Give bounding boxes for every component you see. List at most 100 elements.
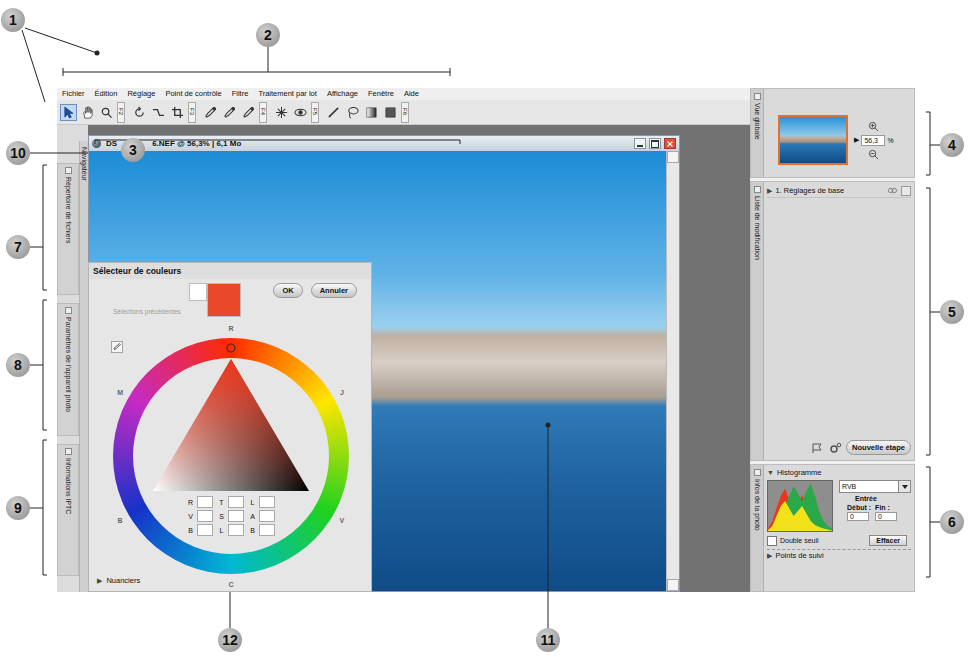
line-tool[interactable] <box>325 104 342 121</box>
color-wheel[interactable]: RJVCBMRTLVSABLB <box>96 321 366 591</box>
palette-tab[interactable]: Répertoire de fichiers <box>57 163 79 295</box>
gear-icon[interactable] <box>828 442 842 454</box>
arrow-tool[interactable] <box>60 104 77 121</box>
dropper-tool[interactable] <box>202 104 219 121</box>
palette-tab[interactable]: Vue globale <box>751 89 764 177</box>
zoom-pointer[interactable]: ▶ <box>854 136 859 144</box>
start-field[interactable]: 0 <box>847 512 869 521</box>
overview-thumbnail[interactable] <box>778 115 848 165</box>
dropper-tool[interactable] <box>221 104 238 121</box>
palette-tab[interactable]: Liste de modification <box>751 182 764 460</box>
maximize-button[interactable] <box>649 138 661 149</box>
end-field[interactable]: 0 <box>875 512 897 521</box>
menu-item[interactable]: Filtre <box>232 88 249 100</box>
zoom-out-icon[interactable] <box>868 149 879 160</box>
menu-item[interactable]: Fichier <box>62 88 85 100</box>
field-label: L <box>218 527 225 534</box>
window-title-bar[interactable]: DS6.NEF @ 56,3% | 6,1 Mo <box>89 136 679 151</box>
zoom-tool[interactable] <box>98 104 115 121</box>
cancel-button[interactable]: Annuler <box>311 283 357 298</box>
value-field[interactable] <box>197 524 213 536</box>
window-title: DS <box>106 139 117 148</box>
link-icon[interactable] <box>887 186 898 195</box>
histogram-header[interactable]: ▼Histogramme <box>767 467 911 478</box>
edit-step[interactable]: ▶1. Réglages de base <box>767 184 911 198</box>
palette-toggle-icon[interactable] <box>65 307 72 314</box>
color-swatch[interactable] <box>207 283 241 317</box>
hue-label: R <box>228 325 233 332</box>
tracking-points-header[interactable]: ▶Points de suivi <box>767 549 911 561</box>
rotate-tool[interactable] <box>131 104 148 121</box>
close-button[interactable] <box>664 138 676 149</box>
step-checkbox[interactable] <box>901 186 911 196</box>
ok-button[interactable]: OK <box>273 283 302 298</box>
eyedropper-icon[interactable] <box>111 341 123 353</box>
value-field[interactable] <box>197 496 213 508</box>
eye-tool[interactable] <box>292 104 309 121</box>
new-step-button[interactable]: Nouvelle étape <box>846 440 911 455</box>
hand-icon <box>81 106 94 119</box>
value-field[interactable] <box>197 510 213 522</box>
rotate-icon <box>133 106 146 119</box>
field-label: B <box>249 527 256 534</box>
menu-item[interactable]: Édition <box>95 88 118 100</box>
double-threshold-checkbox[interactable] <box>767 536 777 546</box>
value-field[interactable] <box>259 524 275 536</box>
vertical-scrollbar[interactable] <box>666 151 679 591</box>
straighten-tool[interactable] <box>150 104 167 121</box>
field-label: S <box>218 513 225 520</box>
value-field[interactable] <box>259 496 275 508</box>
menu-item[interactable]: Affichage <box>327 88 358 100</box>
crop-tool[interactable] <box>169 104 186 121</box>
hue-label: C <box>228 581 233 588</box>
shortcut-key: F3 <box>188 102 196 123</box>
callout-badge: 10 <box>6 141 30 165</box>
hue-marker[interactable] <box>227 344 235 352</box>
menu-item[interactable]: Point de contrôle <box>165 88 221 100</box>
value-field[interactable] <box>228 510 244 522</box>
menu-item[interactable]: Réglage <box>127 88 155 100</box>
field-label: R <box>187 499 194 506</box>
value-field[interactable] <box>259 510 275 522</box>
dropper-tool[interactable] <box>240 104 257 121</box>
zoom-in-icon[interactable] <box>868 121 879 132</box>
callout-badge: 4 <box>940 133 964 157</box>
palette-toggle-icon[interactable] <box>65 448 72 455</box>
close-icon <box>666 140 674 148</box>
zoom-field[interactable]: 56,3 <box>861 135 885 146</box>
end-label: Fin : <box>875 504 897 511</box>
eye-icon <box>294 106 307 119</box>
crop-icon <box>171 106 184 119</box>
callout-badge: 11 <box>536 628 560 652</box>
value-field[interactable] <box>228 524 244 536</box>
palette-tab[interactable]: Infos de la photo <box>751 465 764 591</box>
field-label: V <box>187 513 194 520</box>
callout-badge: 6 <box>940 510 964 534</box>
palette-toggle-icon[interactable] <box>65 167 72 174</box>
flag-icon[interactable] <box>810 442 824 454</box>
histogram-chart <box>767 480 833 532</box>
color-swatch[interactable] <box>189 283 207 301</box>
menu-item[interactable]: Fenêtre <box>368 88 394 100</box>
palette-tab[interactable]: Informations IPTC <box>57 444 79 576</box>
menu-item[interactable]: Traitement par lot <box>258 88 317 100</box>
palette-tab[interactable]: Paramètres de l'appareil photo <box>57 303 79 435</box>
navigator-tab[interactable]: Navigateur <box>79 141 88 592</box>
histogram-series <box>768 484 832 532</box>
dialog-title[interactable]: Sélecteur de couleurs <box>89 263 371 279</box>
value-field[interactable] <box>228 496 244 508</box>
minimize-button[interactable] <box>634 138 646 149</box>
saturation-triangle[interactable] <box>96 321 366 591</box>
toolbar: F2F3F4F5F6 <box>57 100 750 125</box>
channel-select[interactable]: RVB <box>839 480 911 493</box>
lasso-tool[interactable] <box>344 104 361 121</box>
menu-item[interactable]: Aide <box>404 88 419 100</box>
gradient-tool[interactable] <box>363 104 380 121</box>
hue-label: M <box>117 389 123 396</box>
start-label: Début : <box>847 504 871 511</box>
burst-tool[interactable] <box>273 104 290 121</box>
fill-tool[interactable] <box>382 104 399 121</box>
hand-tool[interactable] <box>79 104 96 121</box>
clear-button[interactable]: Effacer <box>869 535 907 546</box>
shortcut-key: F5 <box>311 102 319 123</box>
